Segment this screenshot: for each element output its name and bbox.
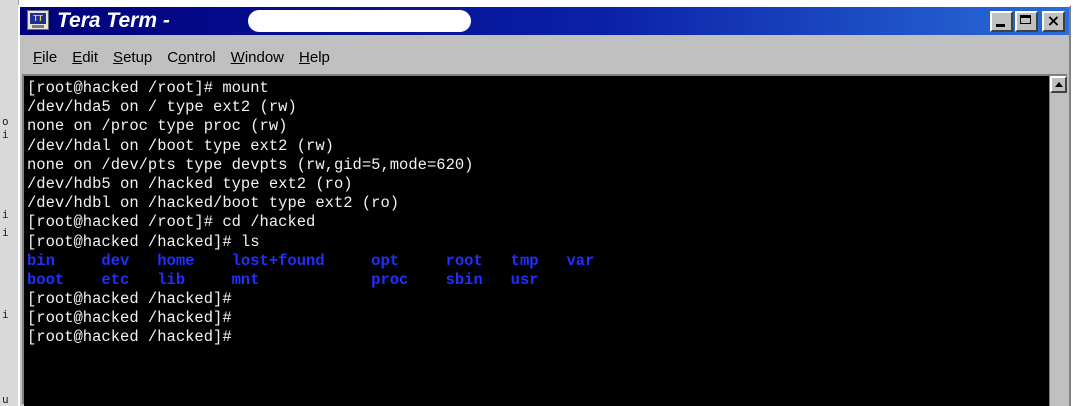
menu-control[interactable]: Control (167, 49, 215, 66)
terminal-line: [root@hacked /root]# cd /hacked (27, 213, 316, 232)
menu-file-label: ile (42, 48, 58, 66)
edge-char: i (2, 208, 9, 221)
ls-output-row: boot etc lib mnt proc sbin usr (27, 271, 1049, 290)
menu-control-label: ntrol (186, 48, 216, 66)
maximize-button[interactable] (1015, 11, 1038, 32)
scroll-up-button[interactable] (1050, 76, 1067, 93)
minimize-button[interactable] (990, 11, 1013, 32)
menu-setup-label: etup (123, 48, 153, 66)
ls-entry: mnt (231, 270, 260, 289)
edge-char: i (2, 128, 9, 141)
background-window-edge: o i i i i u (0, 0, 19, 406)
menu-window-label: indow (244, 48, 285, 66)
terminal-line: [root@hacked /hacked]# (27, 328, 232, 347)
terminal-line: none on /dev/pts type devpts (rw,gid=5,m… (27, 155, 474, 174)
terminal-line: [root@hacked /hacked]# (27, 290, 232, 309)
ls-entry: home (157, 251, 195, 270)
menu-window[interactable]: Window (231, 49, 284, 66)
window-controls: × (990, 11, 1065, 32)
terminal-line: /dev/hda5 on / type ext2 (rw) (27, 98, 297, 117)
menu-file-mnemonic: F (33, 48, 43, 66)
ls-entry: etc (101, 270, 130, 289)
window-title: Tera Term - (57, 9, 176, 32)
menu-file[interactable]: File (33, 49, 57, 66)
edge-char: o (2, 115, 9, 128)
menu-help-label: elp (309, 48, 330, 66)
menu-help[interactable]: Help (299, 49, 330, 66)
terminal-line: [root@hacked /hacked]# (27, 309, 232, 328)
ls-entry: root (445, 251, 483, 270)
terminal-line: /dev/hdb5 on /hacked type ext2 (ro) (27, 174, 353, 193)
close-icon: × (1046, 11, 1061, 30)
vertical-scrollbar[interactable] (1049, 76, 1067, 406)
ls-entry: opt (371, 251, 400, 270)
ls-entry: usr (510, 270, 539, 289)
title-redaction (248, 10, 471, 32)
terminal-line: none on /proc type proc (rw) (27, 117, 288, 136)
ls-entry: boot (27, 270, 65, 289)
edge-char: i (2, 308, 9, 321)
ls-entry: lib (157, 270, 186, 289)
tera-term-window: TT Tera Term - × File Edit Setup Control… (18, 5, 1071, 406)
ls-entry: tmp (510, 251, 539, 270)
minimize-icon (996, 24, 1005, 27)
terminal-line: [root@hacked /root]# mount (27, 79, 269, 97)
menu-control-prefix: C (167, 48, 179, 66)
terminal-line: /dev/hdbl on /hacked/boot type ext2 (ro) (27, 194, 400, 213)
menu-window-mnemonic: W (230, 48, 245, 66)
app-icon[interactable]: TT (27, 10, 49, 30)
menu-edit-label: dit (82, 48, 99, 66)
terminal-output[interactable]: [root@hacked /root]# mount /dev/hda5 on … (24, 76, 1049, 406)
ls-entry: dev (101, 251, 130, 270)
ls-entry: proc (371, 270, 409, 289)
ls-entry: var (566, 251, 595, 270)
ls-entry: sbin (445, 270, 483, 289)
menu-edit[interactable]: Edit (72, 49, 98, 66)
terminal-frame: [root@hacked /root]# mount /dev/hda5 on … (22, 74, 1067, 406)
ls-entry: lost+found (231, 251, 325, 270)
edge-char: i (2, 226, 9, 239)
arrow-up-icon (1055, 82, 1063, 87)
terminal-line: /dev/hdal on /boot type ext2 (rw) (27, 136, 334, 155)
ls-entry: bin (27, 251, 55, 270)
edge-char: u (2, 393, 9, 406)
menu-bar: File Edit Setup Control Window Help (20, 45, 1069, 69)
app-icon-screen: TT (30, 13, 46, 24)
ls-output-row: bin dev home lost+found opt root tmp var (27, 252, 1049, 271)
close-button[interactable]: × (1042, 11, 1065, 32)
menu-setup[interactable]: Setup (113, 49, 152, 66)
menu-setup-mnemonic: S (113, 48, 124, 66)
app-icon-base (32, 25, 44, 28)
maximize-icon (1020, 15, 1031, 24)
terminal-line: [root@hacked /hacked]# ls (27, 232, 260, 251)
menu-edit-mnemonic: E (72, 48, 83, 66)
title-bar[interactable]: TT Tera Term - × (20, 7, 1069, 35)
menu-help-mnemonic: H (299, 48, 310, 66)
